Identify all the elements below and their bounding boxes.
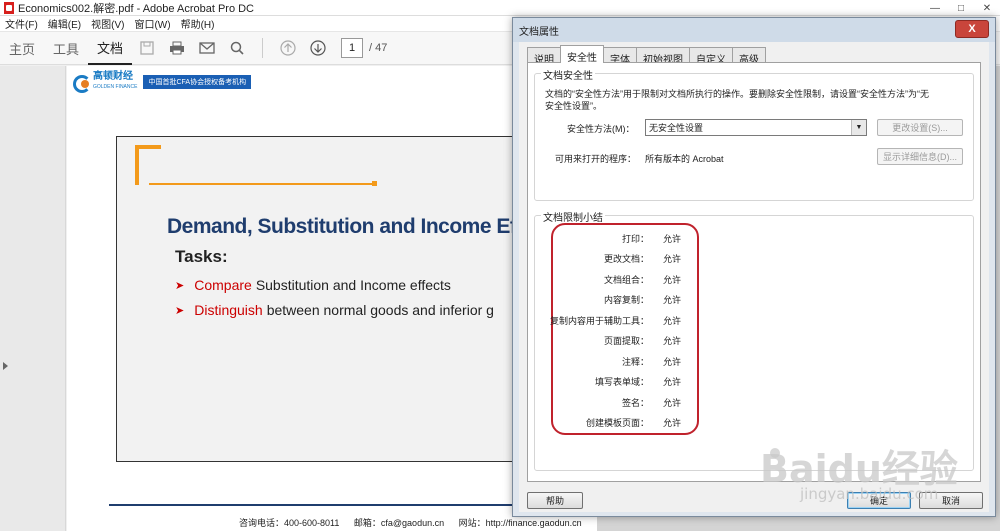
- dialog-tabs: 说明 安全性 字体 初始视图 自定义 高级: [527, 45, 766, 66]
- dialog-title: 文档属性: [513, 18, 995, 42]
- tab-home[interactable]: 主页: [0, 32, 44, 65]
- logo-icon: [71, 72, 93, 93]
- menu-edit[interactable]: 编辑(E): [43, 16, 86, 31]
- menu-view[interactable]: 视图(V): [86, 16, 129, 31]
- bullet-arrow-icon: ➤: [175, 304, 185, 317]
- toolbar-divider: [262, 38, 264, 58]
- restrictions-group: 文档限制小结 打印：允许 更改文档：允许 文档组合：允许 内容复制：允许: [534, 209, 974, 471]
- tasks-label: Tasks:: [175, 247, 228, 266]
- bullet-highlight: Compare: [194, 277, 252, 293]
- page-number-input[interactable]: 1: [341, 38, 364, 58]
- company-logo: 高顿财经 GOLDEN FINANCE 中国首批CFA协会授权备考机构: [71, 71, 252, 93]
- email-icon[interactable]: [192, 33, 222, 63]
- tab-description[interactable]: 说明: [527, 47, 561, 66]
- page-footer: 咨询电话：400-600-8011 邮箱：cfa@gaodun.cn 网站：ht…: [239, 516, 594, 529]
- chevron-down-icon[interactable]: ▼: [851, 120, 866, 135]
- restrictions-label: 文档限制小结: [541, 209, 605, 224]
- menu-window[interactable]: 窗口(W): [129, 16, 175, 31]
- menu-help[interactable]: 帮助(H): [176, 16, 220, 31]
- bullet-arrow-icon: ➤: [175, 279, 185, 292]
- menu-file[interactable]: 文件(F): [0, 16, 43, 31]
- slide-dot-decoration: [372, 181, 377, 186]
- window-title: Economics002.解密.pdf - Adobe Acrobat Pro …: [18, 2, 255, 15]
- slide-bracket-decoration: [135, 145, 161, 185]
- bullet-item: ➤ Distinguish between normal goods and i…: [175, 302, 494, 318]
- logo-sub: GOLDEN FINANCE: [93, 84, 138, 90]
- maximize-icon[interactable]: □: [948, 0, 974, 16]
- footer-site: 网站：http://finance.gaodun.cn: [458, 518, 582, 528]
- bullet-text: between normal goods and inferior g: [266, 302, 494, 318]
- close-icon[interactable]: ✕: [974, 0, 1000, 16]
- slide-line-decoration: [149, 183, 375, 185]
- tab-advanced[interactable]: 高级: [732, 47, 766, 66]
- show-details-button[interactable]: 显示详细信息(D)...: [877, 148, 963, 165]
- tab-fonts[interactable]: 字体: [603, 47, 637, 66]
- footer-phone: 咨询电话：400-600-8011: [239, 518, 340, 528]
- expand-panel-icon[interactable]: [3, 362, 8, 370]
- security-description: 文档的“安全性方法”用于限制对文档所执行的操作。要删除安全性限制，请设置“安全性…: [545, 89, 929, 111]
- can-open-value: 所有版本的 Acrobat: [645, 154, 724, 164]
- search-icon[interactable]: [222, 33, 252, 63]
- tab-initial-view[interactable]: 初始视图: [636, 47, 690, 66]
- slide-title: Demand, Substitution and Income Effe: [167, 215, 535, 238]
- security-method-label: 安全性方法(M)：: [567, 124, 635, 134]
- page-up-icon[interactable]: [273, 33, 303, 63]
- logo-name: 高顿财经 GOLDEN FINANCE: [93, 71, 138, 91]
- bullet-highlight: Distinguish: [194, 302, 263, 318]
- print-icon[interactable]: [162, 33, 192, 63]
- bullet-text: Substitution and Income effects: [255, 277, 451, 293]
- tab-security[interactable]: 安全性: [560, 45, 604, 64]
- logo-tag: 中国首批CFA协会授权备考机构: [143, 75, 252, 89]
- title-bar: Economics002.解密.pdf - Adobe Acrobat Pro …: [0, 0, 1000, 16]
- tab-custom[interactable]: 自定义: [689, 47, 733, 66]
- dialog-close-button[interactable]: X: [955, 20, 989, 38]
- left-panel: [0, 66, 66, 531]
- watermark-url: jingyan.baidu.com: [800, 485, 939, 503]
- page-down-icon[interactable]: [303, 33, 333, 63]
- page-total: / 47: [369, 42, 388, 54]
- help-button[interactable]: 帮助: [527, 492, 583, 509]
- can-open-label: 可用来打开的程序：: [555, 154, 637, 164]
- document-security-group: 文档安全性 文档的“安全性方法”用于限制对文档所执行的操作。要删除安全性限制，请…: [534, 67, 974, 201]
- security-method-select[interactable]: 无安全性设置 ▼: [645, 119, 867, 136]
- document-security-label: 文档安全性: [541, 67, 595, 82]
- change-settings-button[interactable]: 更改设置(S)...: [877, 119, 963, 136]
- tab-tools[interactable]: 工具: [44, 32, 88, 65]
- tab-document[interactable]: 文档: [88, 32, 133, 65]
- security-panel: 文档安全性 文档的“安全性方法”用于限制对文档所执行的操作。要删除安全性限制，请…: [527, 62, 981, 482]
- bullet-item: ➤ Compare Substitution and Income effect…: [175, 277, 451, 293]
- pdf-file-icon: [4, 1, 14, 14]
- save-icon[interactable]: [132, 33, 162, 63]
- minimize-icon[interactable]: —: [922, 0, 948, 16]
- footer-email: 邮箱：cfa@gaodun.cn: [353, 518, 445, 528]
- window-controls: — □ ✕: [922, 0, 1000, 16]
